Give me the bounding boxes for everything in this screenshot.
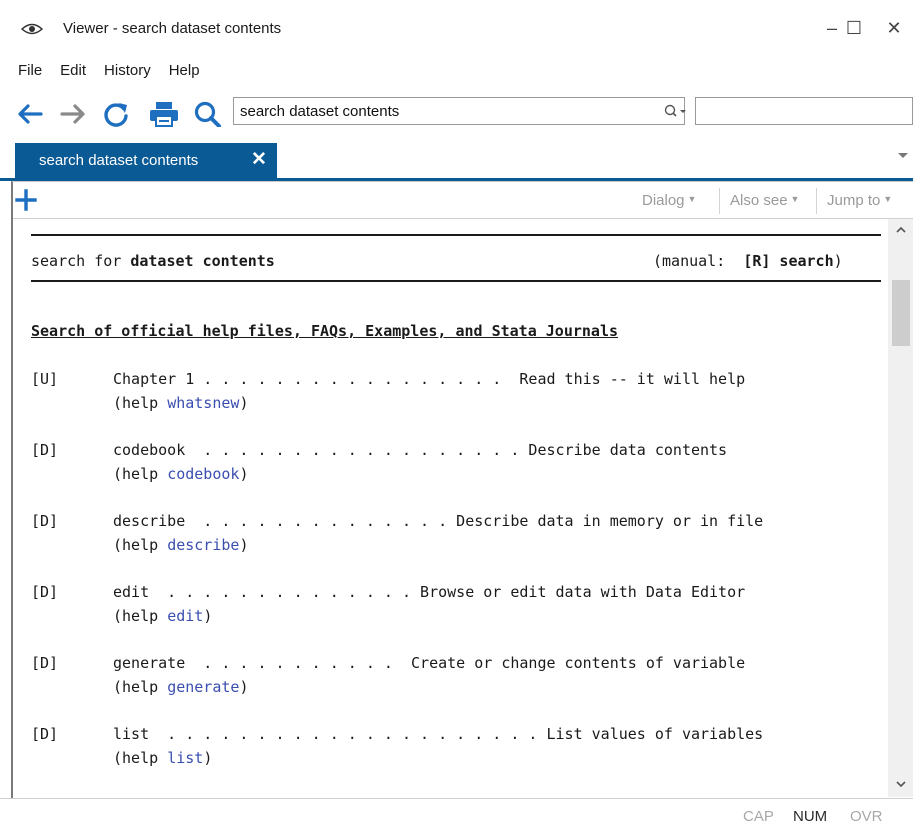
help-link[interactable]: codebook: [167, 465, 239, 483]
help-close-text: ): [239, 536, 249, 554]
help-open-text: (help: [113, 749, 168, 767]
help-close-text: ): [239, 678, 249, 696]
refresh-icon[interactable]: [102, 101, 132, 127]
dialog-label: Dialog: [642, 192, 685, 209]
help-open-text: (help: [113, 607, 168, 625]
help-link[interactable]: describe: [167, 536, 239, 554]
manual-prefix: (manual:: [653, 252, 744, 270]
eye-icon: [21, 23, 43, 35]
search-header: search for dataset contents: [31, 252, 275, 270]
also-see-label: Also see: [730, 192, 788, 209]
entry-help-line: (help generate): [113, 678, 248, 696]
help-link[interactable]: whatsnew: [167, 394, 239, 412]
search-icon[interactable]: [193, 101, 223, 127]
close-window-button[interactable]: ✕: [880, 14, 908, 42]
entry-title-link[interactable]: generate . . . . . . . . . . . Create or…: [113, 654, 745, 672]
header-rule-top: [31, 234, 881, 236]
scrollbar-thumb[interactable]: [892, 280, 910, 346]
print-icon[interactable]: [148, 101, 180, 127]
entry-title-link[interactable]: list . . . . . . . . . . . . . . . . . .…: [113, 725, 763, 743]
jump-to-button[interactable]: Jump to ▼: [827, 192, 892, 209]
ovr-indicator: OVR: [850, 808, 883, 825]
plus-icon[interactable]: [15, 189, 37, 211]
menu-file[interactable]: File: [0, 62, 51, 79]
section-title: Search of official help files, FAQs, Exa…: [31, 322, 618, 340]
help-close-text: ): [239, 465, 249, 483]
help-content: search for dataset contents (manual: [R]…: [13, 219, 888, 797]
forward-arrow-icon[interactable]: [60, 101, 88, 127]
entry-manual-tag: [D]: [31, 583, 59, 601]
help-open-text: (help: [113, 465, 168, 483]
menu-edit[interactable]: Edit: [51, 62, 95, 79]
toolbar-separator: [719, 188, 720, 214]
manual-link[interactable]: [R] search: [743, 252, 833, 270]
window-title: Viewer - search dataset contents: [63, 20, 282, 37]
scroll-up-icon[interactable]: [894, 223, 908, 237]
help-close-text: ): [203, 607, 213, 625]
entry-help-line: (help whatsnew): [113, 394, 248, 412]
close-tab-icon[interactable]: ✕: [251, 148, 267, 171]
help-close-text: ): [203, 749, 213, 767]
status-bar: CAP NUM OVR: [0, 798, 913, 827]
viewer-window: Viewer - search dataset contents – ☐ ✕ F…: [0, 0, 913, 827]
viewer-toolbar: Dialog ▼ Also see ▼ Jump to ▼: [13, 182, 913, 219]
help-open-text: (help: [113, 536, 168, 554]
entry-help-line: (help describe): [113, 536, 248, 554]
chevron-down-icon: ▼: [883, 194, 893, 204]
entry-manual-tag: [D]: [31, 512, 59, 530]
entry-help-line: (help codebook): [113, 465, 248, 483]
maximize-button[interactable]: ☐: [840, 14, 868, 42]
entry-title-link[interactable]: describe . . . . . . . . . . . . . . Des…: [113, 512, 763, 530]
search-address-field[interactable]: search dataset contents: [233, 97, 685, 125]
tab-search-dataset-contents[interactable]: search dataset contents ✕: [15, 143, 277, 179]
manual-suffix: ): [833, 252, 843, 270]
vertical-scrollbar[interactable]: [888, 219, 913, 797]
find-input[interactable]: [695, 97, 913, 125]
chevron-down-icon: ▼: [790, 194, 800, 204]
search-header-term: dataset contents: [130, 252, 275, 270]
entry-title-link[interactable]: Chapter 1 . . . . . . . . . . . . . . . …: [113, 370, 745, 388]
entry-manual-tag: [D]: [31, 441, 59, 459]
jump-to-label: Jump to: [827, 192, 881, 209]
entry-manual-tag: [U]: [31, 370, 59, 388]
entry-help-line: (help edit): [113, 607, 212, 625]
toolbar-separator: [816, 188, 817, 214]
help-open-text: (help: [113, 678, 168, 696]
title-bar: Viewer - search dataset contents – ☐ ✕: [0, 0, 913, 54]
also-see-button[interactable]: Also see ▼: [730, 192, 799, 209]
search-dropdown-icon[interactable]: [663, 103, 689, 119]
entry-manual-tag: [D]: [31, 654, 59, 672]
entry-help-line: (help list): [113, 749, 212, 767]
dialog-button[interactable]: Dialog ▼: [642, 192, 696, 209]
entry-manual-tag: [D]: [31, 725, 59, 743]
tab-label: search dataset contents: [39, 152, 199, 169]
menu-history[interactable]: History: [95, 62, 160, 79]
help-link[interactable]: list: [167, 749, 203, 767]
num-indicator: NUM: [793, 808, 828, 825]
help-link[interactable]: generate: [167, 678, 239, 696]
menu-bar: File Edit History Help: [0, 58, 913, 82]
menu-help[interactable]: Help: [160, 62, 209, 79]
manual-reference: (manual: [R] search): [653, 252, 843, 270]
header-rule-bottom: [31, 280, 881, 282]
help-close-text: ): [239, 394, 249, 412]
tab-overflow-chevron-icon[interactable]: [897, 150, 909, 160]
cap-indicator: CAP: [743, 808, 774, 825]
chevron-down-icon: ▼: [687, 194, 697, 204]
help-link[interactable]: edit: [167, 607, 203, 625]
search-header-prefix: search for: [31, 252, 131, 270]
entry-title-link[interactable]: codebook . . . . . . . . . . . . . . . .…: [113, 441, 727, 459]
back-arrow-icon[interactable]: [15, 101, 43, 127]
scroll-down-icon[interactable]: [894, 777, 908, 791]
help-open-text: (help: [113, 394, 168, 412]
entry-title-link[interactable]: edit . . . . . . . . . . . . . . Browse …: [113, 583, 745, 601]
